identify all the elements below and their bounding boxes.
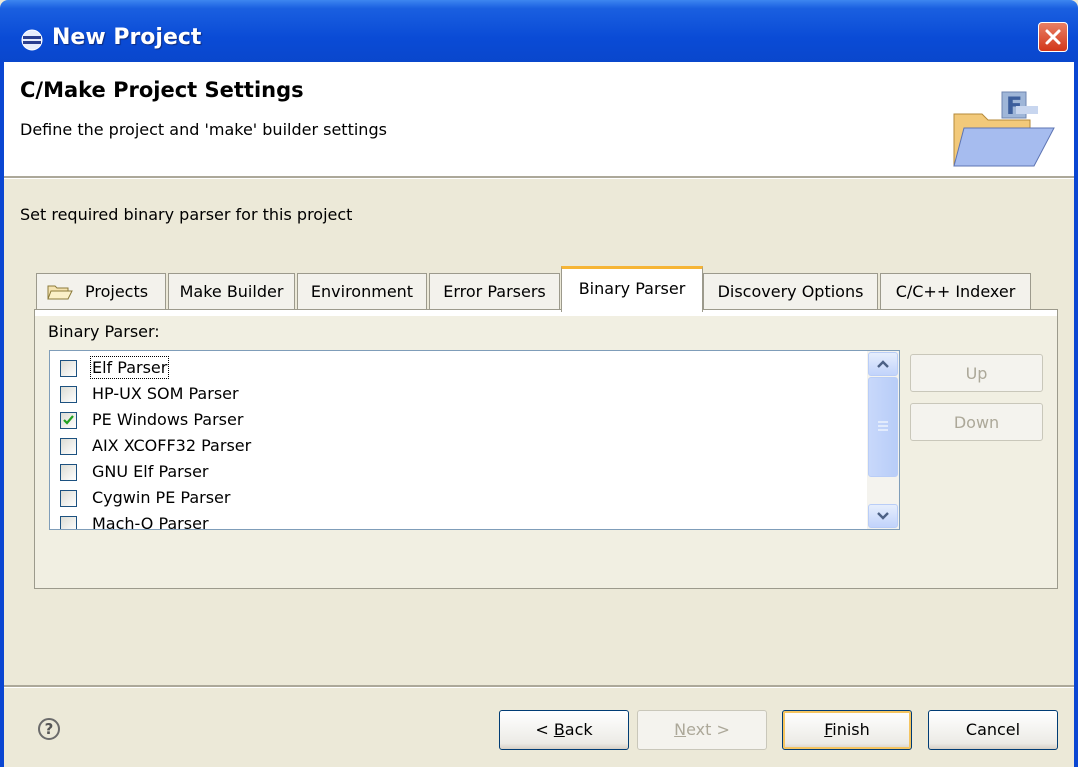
list-item-label: AIX XCOFF32 Parser <box>92 436 252 455</box>
tab-environment-label: Environment <box>310 282 414 301</box>
page-title: C/Make Project Settings <box>20 78 304 102</box>
scroll-up-button[interactable] <box>868 352 898 376</box>
binary-parser-label: Binary Parser: <box>48 322 160 341</box>
close-icon <box>1045 29 1061 45</box>
back-mnemonic: B <box>553 720 565 739</box>
down-button[interactable]: Down <box>910 403 1043 441</box>
tab-binary-parser[interactable]: Binary Parser <box>561 266 703 312</box>
project-folder-icon: F <box>953 91 1055 167</box>
back-rest: ack <box>564 720 593 739</box>
tab-make-builder-label: Make Builder <box>179 282 284 301</box>
up-button[interactable]: Up <box>910 354 1043 392</box>
back-prefix: < <box>535 720 554 739</box>
scroll-thumb[interactable] <box>868 377 898 477</box>
next-rest: ext > <box>686 720 730 739</box>
tab-make-builder[interactable]: Make Builder <box>168 273 295 309</box>
header-separator <box>4 176 1074 179</box>
tab-projects-label: Projects <box>85 282 149 301</box>
chevron-down-icon <box>877 512 889 520</box>
binary-parser-list[interactable]: Elf Parser HP-UX SOM Parser PE Windows P… <box>49 350 900 530</box>
folder-icon <box>47 285 73 300</box>
next-mnemonic: N <box>674 720 687 739</box>
list-item-label: Mach-O Parser <box>92 514 209 530</box>
instruction-text: Set required binary parser for this proj… <box>20 205 353 224</box>
checkbox[interactable] <box>60 516 77 529</box>
close-button[interactable] <box>1038 22 1068 52</box>
tab-error-parsers[interactable]: Error Parsers <box>429 273 560 309</box>
page-description: Define the project and 'make' builder se… <box>20 120 387 139</box>
checkbox[interactable] <box>60 490 77 507</box>
tab-error-parsers-label: Error Parsers <box>443 282 546 301</box>
checkbox[interactable] <box>60 386 77 403</box>
tab-discovery-options-label: Discovery Options <box>717 282 864 301</box>
next-button[interactable]: Next > <box>637 710 767 750</box>
list-item-label: PE Windows Parser <box>92 410 244 429</box>
grip-icon <box>878 421 888 431</box>
checkmark-icon <box>63 415 74 425</box>
help-icon[interactable]: ? <box>38 718 60 740</box>
cancel-button[interactable]: Cancel <box>928 710 1058 750</box>
finish-button[interactable]: Finish <box>782 710 912 750</box>
chevron-up-icon <box>877 360 889 368</box>
tab-discovery-options[interactable]: Discovery Options <box>703 273 878 309</box>
finish-rest: inish <box>832 720 870 739</box>
checkbox[interactable] <box>60 412 77 429</box>
back-button[interactable]: < Back <box>499 710 629 750</box>
tab-indexer[interactable]: C/C++ Indexer <box>880 273 1031 309</box>
checkbox[interactable] <box>60 360 77 377</box>
list-item-label: Cygwin PE Parser <box>92 488 231 507</box>
scroll-down-button[interactable] <box>868 504 898 528</box>
list-scrollbar[interactable] <box>867 351 899 529</box>
window-title: New Project <box>52 25 202 50</box>
window-frame-right <box>1074 60 1078 767</box>
checkbox[interactable] <box>60 438 77 455</box>
checkbox[interactable] <box>60 464 77 481</box>
footer-separator <box>4 685 1074 688</box>
tab-projects[interactable]: Projects <box>36 273 166 309</box>
list-item-label: Elf Parser <box>89 356 170 379</box>
new-project-icon <box>21 29 43 51</box>
list-item-label: HP-UX SOM Parser <box>92 384 239 403</box>
list-item-label: GNU Elf Parser <box>92 462 209 481</box>
tab-binary-parser-label: Binary Parser <box>578 279 686 298</box>
tab-indexer-label: C/C++ Indexer <box>895 282 1016 301</box>
tab-environment[interactable]: Environment <box>297 273 427 309</box>
tab-panel-top <box>35 310 1057 316</box>
